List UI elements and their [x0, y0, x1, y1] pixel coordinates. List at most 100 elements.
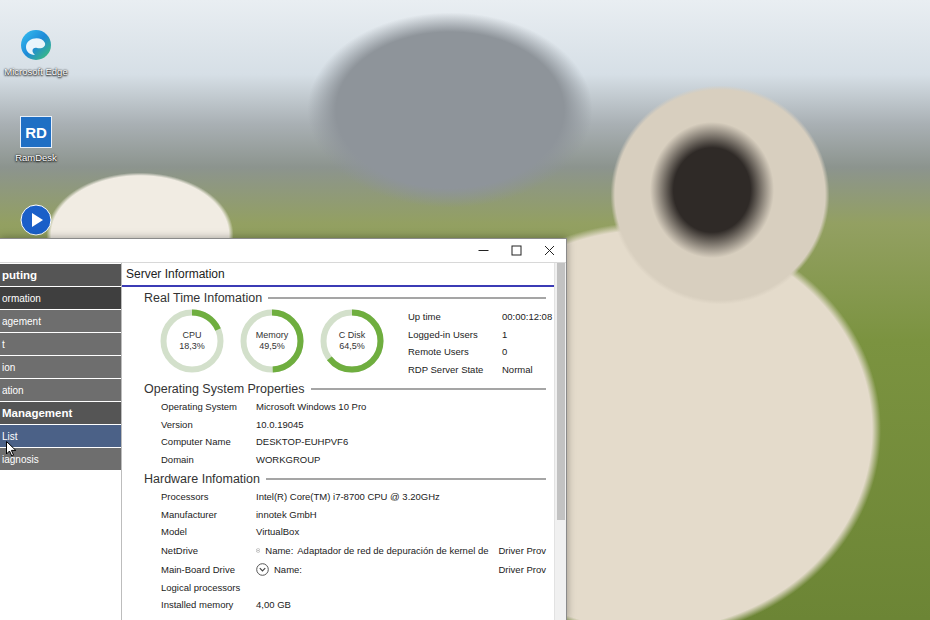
info-row: Main-Board DriveName:Driver Prov [161, 560, 546, 579]
row-label: Processors [161, 491, 256, 502]
maximize-icon [511, 245, 522, 256]
stat-label: Up time [408, 308, 502, 326]
sidebar-item[interactable]: t [0, 333, 121, 355]
section-rule [311, 388, 547, 390]
stat-value: Normal [502, 361, 552, 379]
maximize-button[interactable] [500, 239, 533, 262]
row-label: Logical processors [161, 582, 256, 593]
stat-label: RDP Server State [408, 361, 502, 379]
player-icon [20, 204, 52, 236]
stat-label: Logged-in Users [408, 326, 502, 344]
sidebar-item[interactable]: List [0, 425, 121, 447]
name-value: Adaptador de red de depuración de kernel… [297, 545, 488, 556]
info-row: Installed memory4,00 GB [161, 596, 546, 614]
gauge-label: Memory [256, 330, 289, 341]
stat-label: Remote Users [408, 343, 502, 361]
info-row: Version10.0.19045 [161, 416, 546, 434]
stat-value: 1 [502, 326, 552, 344]
gauge-text: Memory49,5% [240, 309, 304, 373]
gauge: CPU18,3% [160, 309, 224, 373]
sidebar-header[interactable]: Management [0, 402, 121, 424]
sidebar-item[interactable]: ormation [0, 287, 121, 309]
section-title: Real Time Infomation [144, 289, 546, 307]
gauge-text: C Disk64,5% [320, 309, 384, 373]
row-label: Installed memory [161, 599, 256, 610]
hardware-section: Hardware InfomationProcessorsIntel(R) Co… [122, 468, 554, 614]
ramdesk-icon: RD [20, 116, 52, 148]
row-value: Intel(R) Core(TM) i7-8700 CPU @ 3.20GHz [256, 491, 546, 502]
section-title: Hardware Infomation [144, 470, 546, 488]
expand-icon[interactable] [256, 563, 269, 576]
realtime-section: Real Time InfomationCPU18,3%Memory49,5%C… [122, 287, 554, 378]
desktop-icon[interactable]: Microsoft Edge [0, 26, 72, 114]
stat-value: 00:00:12:08 [502, 308, 552, 326]
info-row: ProcessorsIntel(R) Core(TM) i7-8700 CPU … [161, 488, 546, 506]
row-value: 10.0.19045 [256, 419, 546, 430]
sidebar-item[interactable]: iagnosis [0, 448, 121, 470]
desktop-icon-label: Microsoft Edge [4, 66, 67, 78]
expand-value: Name:Driver Prov [256, 563, 546, 576]
gauge: Memory49,5% [240, 309, 304, 373]
row-label: Main-Board Drive [161, 564, 256, 575]
desktop-icon-label: RamDesk [15, 152, 57, 164]
row-value: innotek GmbH [256, 509, 546, 520]
desktop-icon[interactable]: RD RamDesk [0, 114, 72, 202]
provider-label: Driver Prov [492, 545, 546, 556]
section-title: Operating System Properties [144, 380, 546, 398]
info-row: Manufacturerinnotek GmbH [161, 506, 546, 524]
sidebar-header[interactable]: puting [0, 264, 121, 286]
gauge-text: CPU18,3% [160, 309, 224, 373]
os-rows: Operating SystemMicrosoft Windows 10 Pro… [144, 398, 546, 468]
row-label: Computer Name [161, 436, 256, 447]
gauge-reading: 18,3% [179, 341, 205, 352]
gauge-reading: 64,5% [339, 341, 365, 352]
row-label: NetDrive [161, 545, 256, 556]
title-bar [0, 239, 566, 262]
scrollbar-thumb[interactable] [557, 263, 565, 520]
info-row: DomainWORKGROUP [161, 451, 546, 469]
info-row: Computer NameDESKTOP-EUHPVF6 [161, 433, 546, 451]
realtime-block: CPU18,3%Memory49,5%C Disk64,5%Up time00:… [144, 308, 546, 378]
scrollbar[interactable] [554, 263, 566, 620]
row-label: Model [161, 526, 256, 537]
sidebar-item[interactable]: ion [0, 356, 121, 378]
window-body: putingormationagementtionationManagement… [0, 262, 566, 620]
sidebar-item[interactable]: agement [0, 310, 121, 332]
name-label: Name: [265, 545, 293, 556]
sidebar-item[interactable]: ation [0, 379, 121, 401]
expand-icon[interactable] [256, 544, 260, 557]
gauge-reading: 49,5% [259, 341, 285, 352]
gauge-label: C Disk [339, 330, 366, 341]
mouse-cursor-icon [6, 441, 17, 457]
row-value: Microsoft Windows 10 Pro [256, 401, 546, 412]
gauges: CPU18,3%Memory49,5%C Disk64,5% [160, 308, 384, 378]
minimize-button[interactable] [467, 239, 500, 262]
close-button[interactable] [533, 239, 566, 262]
info-row: Logical processors [161, 579, 546, 597]
section-rule [266, 478, 546, 480]
row-value: VirtualBox [256, 526, 546, 537]
sidebar: putingormationagementtionationManagement… [0, 263, 122, 620]
gauge: C Disk64,5% [320, 309, 384, 373]
row-label: Manufacturer [161, 509, 256, 520]
row-value: 4,00 GB [256, 599, 546, 610]
close-icon [544, 245, 555, 256]
info-row: Operating SystemMicrosoft Windows 10 Pro [161, 398, 546, 416]
minimize-icon [478, 245, 489, 256]
page-title: Server Information [122, 263, 554, 287]
row-value: DESKTOP-EUHPVF6 [256, 436, 546, 447]
section-rule [268, 297, 546, 299]
row-value: WORKGROUP [256, 454, 546, 465]
info-row: NetDrive Name: Adaptador de red de depurac… [161, 541, 546, 560]
hardware-rows: ProcessorsIntel(R) Core(TM) i7-8700 CPU … [144, 488, 546, 614]
row-label: Operating System [161, 401, 256, 412]
edge-icon [19, 28, 53, 62]
expand-value: Name: Adaptador de red de depuración de k… [256, 544, 546, 557]
desktop: Microsoft Edge RD RamDesk putingormationage… [0, 0, 930, 620]
info-row: ModelVirtualBox [161, 523, 546, 541]
app-window: putingormationagementtionationManagement… [0, 238, 567, 620]
stat-value: 0 [502, 343, 552, 361]
row-label: Version [161, 419, 256, 430]
gauge-label: CPU [182, 330, 201, 341]
os-section: Operating System PropertiesOperating Sys… [122, 378, 554, 468]
